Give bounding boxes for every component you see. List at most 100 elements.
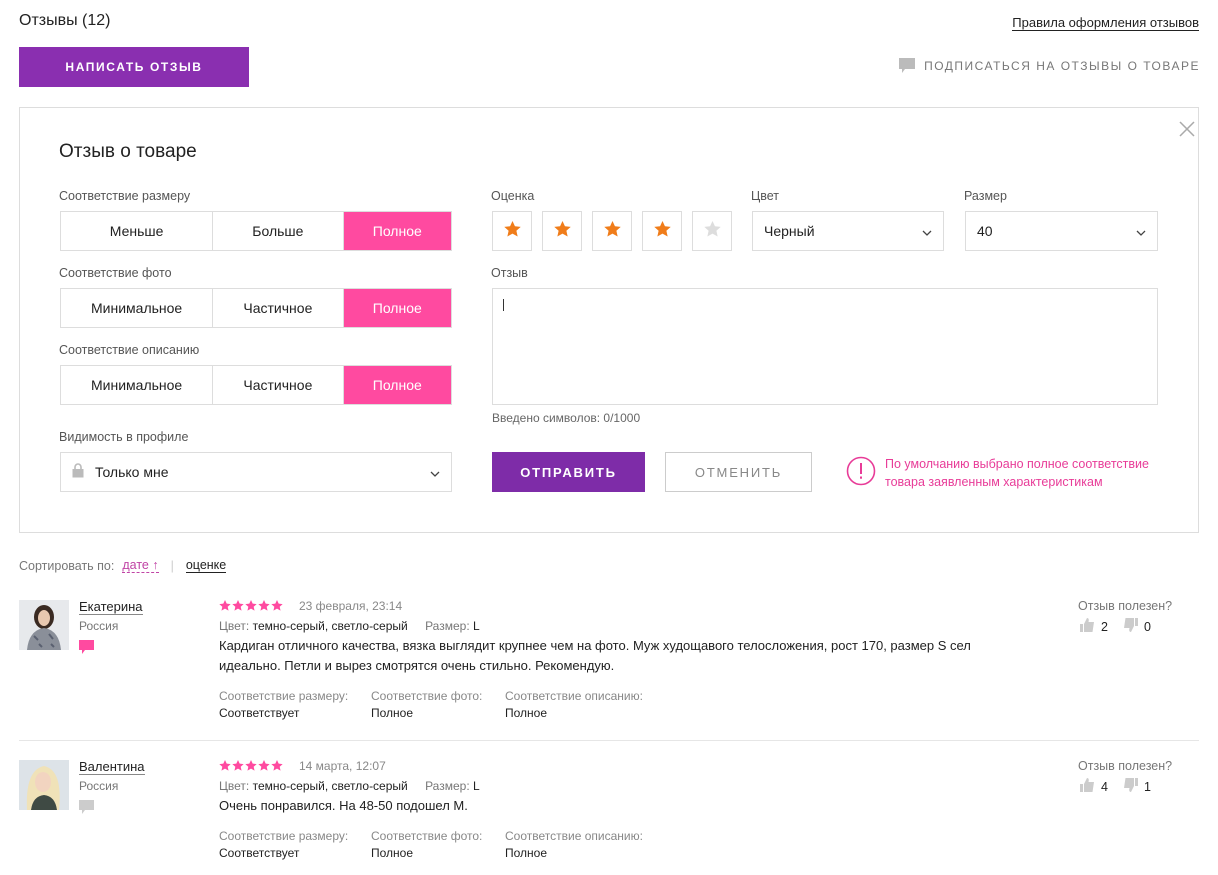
star-icon xyxy=(703,220,721,242)
review-textarea[interactable] xyxy=(492,288,1158,405)
chevron-down-icon xyxy=(922,223,932,239)
review-stars xyxy=(219,760,283,771)
size-match-option-full[interactable]: Полное xyxy=(343,212,451,250)
attr-size-heading: Соответствие размеру: xyxy=(219,689,349,703)
size-match-segmented: Меньше Больше Полное xyxy=(60,211,452,251)
sort-by-rating[interactable]: оценке xyxy=(185,558,227,573)
vote-controls: 4 1 xyxy=(1080,778,1151,795)
review-rules-link[interactable]: Правила оформления отзывов xyxy=(1012,15,1199,31)
close-icon[interactable] xyxy=(1178,120,1196,138)
attr-description-heading: Соответствие описанию: xyxy=(505,829,643,843)
reviewer-name[interactable]: Екатерина xyxy=(79,599,143,615)
visibility-select[interactable]: Только мне xyxy=(60,452,452,492)
size-meta-label: Размер: xyxy=(425,779,470,793)
photo-match-segmented: Минимальное Частичное Полное xyxy=(60,288,452,328)
color-meta-value: темно-серый, светло-серый xyxy=(252,619,408,633)
info-icon xyxy=(846,456,876,491)
visibility-label: Видимость в профиле xyxy=(59,430,189,444)
thumbs-down-icon[interactable] xyxy=(1123,778,1138,795)
review-meta: Цвет: темно-серый, светло-серый Размер: … xyxy=(219,779,480,793)
reviewer-country: Россия xyxy=(79,779,119,793)
size-label: Размер xyxy=(964,189,1007,203)
reviews-title: Отзывы (12) xyxy=(19,12,111,29)
likes-count: 4 xyxy=(1101,779,1108,794)
dislikes-count: 0 xyxy=(1143,619,1151,634)
description-match-label: Соответствие описанию xyxy=(59,343,200,357)
size-meta-value: L xyxy=(473,619,480,633)
attr-photo-value: Полное xyxy=(371,706,414,720)
default-selection-note: По умолчанию выбрано полное соответствие… xyxy=(885,457,1149,489)
attr-description-heading: Соответствие описанию: xyxy=(505,689,643,703)
review-date: 14 марта, 12:07 xyxy=(299,759,386,773)
color-label: Цвет xyxy=(751,189,780,203)
description-match-option-minimal[interactable]: Минимальное xyxy=(61,366,214,404)
attr-photo-heading: Соответствие фото: xyxy=(371,829,483,843)
size-meta-value: L xyxy=(473,779,480,793)
description-match-segmented: Минимальное Частичное Полное xyxy=(60,365,452,405)
rating-star-3[interactable] xyxy=(592,211,632,251)
attr-photo-value: Полное xyxy=(371,846,414,860)
description-match-option-partial[interactable]: Частичное xyxy=(213,366,344,404)
dislikes-count: 1 xyxy=(1143,779,1151,794)
size-meta-label: Размер: xyxy=(425,619,470,633)
photo-match-option-minimal[interactable]: Минимальное xyxy=(61,289,214,327)
size-select[interactable]: 40 xyxy=(965,211,1158,251)
comment-icon[interactable] xyxy=(79,640,94,659)
char-counter: Введено символов: 0/1000 xyxy=(492,411,641,425)
review-text: Кардиган отличного качества, вязка выгля… xyxy=(219,638,971,673)
review-text-label: Отзыв xyxy=(491,266,528,280)
rating-star-5[interactable] xyxy=(692,211,732,251)
avatar[interactable] xyxy=(19,760,69,810)
description-match-option-full[interactable]: Полное xyxy=(343,366,451,404)
size-match-option-smaller[interactable]: Меньше xyxy=(61,212,214,250)
thumbs-up-icon[interactable] xyxy=(1080,618,1095,635)
attr-size-value: Соответствует xyxy=(219,846,300,860)
cancel-button[interactable]: ОТМЕНИТЬ xyxy=(665,452,812,492)
color-meta-value: темно-серый, светло-серый xyxy=(252,779,408,793)
color-meta-label: Цвет: xyxy=(219,619,250,633)
avatar[interactable] xyxy=(19,600,69,650)
review-meta: Цвет: темно-серый, светло-серый Размер: … xyxy=(219,619,480,633)
chevron-down-icon xyxy=(430,464,440,480)
color-select[interactable]: Черный xyxy=(752,211,944,251)
likes-count: 2 xyxy=(1101,619,1108,634)
write-review-button[interactable]: НАПИСАТЬ ОТЗЫВ xyxy=(19,47,249,87)
sort-by-date[interactable]: дате ↑ xyxy=(122,558,159,573)
comment-icon[interactable] xyxy=(79,800,94,819)
reviewer-country: Россия xyxy=(79,619,119,633)
star-icon xyxy=(653,220,671,242)
rating-star-1[interactable] xyxy=(492,211,532,251)
thumbs-up-icon[interactable] xyxy=(1080,778,1095,795)
visibility-value: Только мне xyxy=(95,464,169,480)
vote-controls: 2 0 xyxy=(1080,618,1151,635)
attr-size-value: Соответствует xyxy=(219,706,300,720)
color-meta-label: Цвет: xyxy=(219,779,250,793)
color-value: Черный xyxy=(764,223,815,239)
star-icon xyxy=(603,220,621,242)
attr-description-value: Полное xyxy=(505,706,548,720)
rating-label: Оценка xyxy=(491,189,535,203)
sort-divider: | xyxy=(170,558,174,573)
photo-match-option-full[interactable]: Полное xyxy=(343,289,451,327)
size-match-option-bigger[interactable]: Больше xyxy=(213,212,344,250)
thumbs-down-icon[interactable] xyxy=(1123,618,1138,635)
star-icon xyxy=(553,220,571,242)
sort-label: Сортировать по: xyxy=(19,558,115,573)
attr-size-heading: Соответствие размеру: xyxy=(219,829,349,843)
attr-photo-heading: Соответствие фото: xyxy=(371,689,483,703)
lock-icon xyxy=(72,463,84,481)
subscribe-reviews-link[interactable]: ПОДПИСАТЬСЯ НА ОТЗЫВЫ О ТОВАРЕ xyxy=(899,58,1200,73)
send-button[interactable]: ОТПРАВИТЬ xyxy=(492,452,645,492)
reviewer-name[interactable]: Валентина xyxy=(79,759,145,775)
review-item xyxy=(19,760,69,810)
chevron-down-icon xyxy=(1136,223,1146,239)
rating-star-2[interactable] xyxy=(542,211,582,251)
comment-icon xyxy=(899,58,916,73)
sort-bar: Сортировать по: дате ↑ | оценке xyxy=(19,558,227,573)
helpful-label: Отзыв полезен? xyxy=(1078,759,1173,773)
rating-star-4[interactable] xyxy=(642,211,682,251)
size-match-label: Соответствие размеру xyxy=(59,189,191,203)
helpful-label: Отзыв полезен? xyxy=(1078,599,1173,613)
photo-match-option-partial[interactable]: Частичное xyxy=(213,289,344,327)
arrow-up-icon: ↑ xyxy=(152,558,159,572)
